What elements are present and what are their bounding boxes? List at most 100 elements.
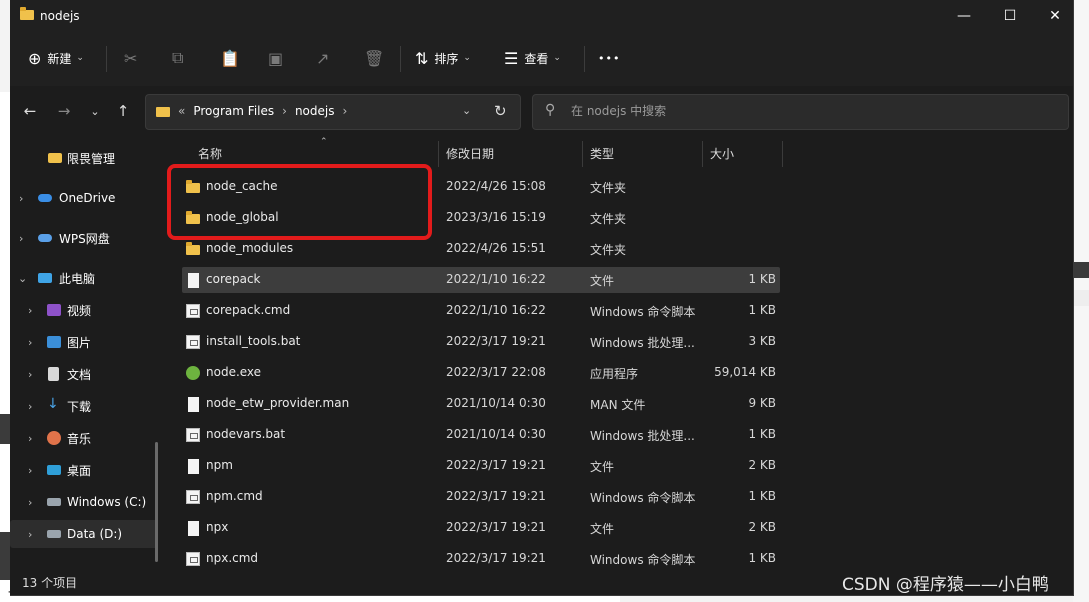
chevron-right-icon[interactable]: › (28, 528, 32, 541)
file-name: corepack (206, 272, 261, 286)
sidebar-item-music[interactable]: › 音乐 (10, 424, 158, 452)
plus-circle-icon: ⊕ (28, 48, 42, 68)
arrow-left-icon: ← (23, 102, 37, 120)
sidebar-item-documents[interactable]: › 文档 (10, 360, 158, 388)
sidebar-scrollbar[interactable] (155, 442, 158, 562)
file-modified: 2022/3/17 19:21 (446, 489, 546, 503)
file-type: Windows 命令脚本 (590, 305, 696, 319)
file-size: 1 KB (748, 489, 776, 503)
sidebar-item-downloads[interactable]: › ↓ 下载 (10, 392, 158, 420)
script-icon (186, 428, 200, 442)
sidebar-item-data-d[interactable]: › Data (D:) (10, 520, 158, 548)
file-row[interactable]: install_tools.bat 2022/3/17 19:21 Window… (182, 329, 780, 355)
file-modified: 2022/1/10 16:22 (446, 303, 546, 317)
recent-locations-button[interactable]: ⌄ (83, 100, 107, 122)
file-row[interactable]: corepack.cmd 2022/1/10 16:22 Windows 命令脚… (182, 298, 780, 324)
chevron-right-icon[interactable]: › (19, 192, 23, 205)
file-modified: 2022/3/17 19:21 (446, 551, 546, 565)
refresh-icon[interactable]: ↻ (494, 102, 507, 120)
file-size: 3 KB (748, 334, 776, 348)
file-row[interactable]: npx 2022/3/17 19:21 文件 2 KB (182, 515, 780, 541)
column-header-modified[interactable]: 修改日期 (446, 137, 494, 169)
drive-icon (47, 530, 61, 538)
address-dropdown-icon[interactable]: ⌄ (462, 104, 471, 117)
address-bar[interactable]: « Program Files › nodejs › ⌄ ↻ (145, 94, 521, 130)
file-row[interactable]: npm 2022/3/17 19:21 文件 2 KB (182, 453, 780, 479)
folder-icon (20, 7, 34, 20)
file-size: 2 KB (748, 458, 776, 472)
chevron-right-icon[interactable]: › (28, 400, 32, 413)
file-row[interactable]: npx.cmd 2022/3/17 19:21 Windows 命令脚本 1 K… (182, 546, 780, 571)
file-row[interactable]: npm.cmd 2022/3/17 19:21 Windows 命令脚本 1 K… (182, 484, 780, 510)
column-divider[interactable] (782, 141, 783, 167)
column-divider[interactable] (702, 141, 703, 167)
video-icon (47, 304, 61, 316)
file-size: 1 KB (748, 551, 776, 565)
copy-button[interactable]: ⧉ (172, 44, 189, 72)
file-size: 1 KB (748, 303, 776, 317)
chevron-down-icon[interactable]: ⌄ (18, 272, 27, 285)
music-icon (47, 431, 61, 445)
close-button[interactable]: ✕ (1032, 0, 1073, 32)
view-button[interactable]: ☰ 查看 ⌄ (504, 44, 561, 72)
share-button[interactable]: ↗ (316, 44, 335, 72)
up-button[interactable]: ↑ (111, 100, 135, 122)
background-right-strip (1073, 0, 1089, 602)
file-modified: 2021/10/14 0:30 (446, 396, 546, 410)
file-name: node.exe (206, 365, 262, 379)
watermark: CSDN @程序猿——小白鸭 (842, 575, 1049, 595)
more-icon: ••• (598, 51, 621, 65)
rename-button[interactable]: ▣ (268, 44, 289, 72)
sidebar-item-quota-management[interactable]: 限畏管理 (10, 144, 158, 172)
file-type: Windows 命令脚本 (590, 491, 696, 505)
sidebar-item-windows-c[interactable]: › Windows (C:) (10, 488, 158, 516)
file-name: npm (206, 458, 233, 472)
maximize-button[interactable]: ☐ (987, 0, 1033, 32)
file-icon (188, 521, 199, 536)
new-button[interactable]: ⊕ 新建 ⌄ (28, 44, 84, 72)
file-modified: 2022/4/26 15:08 (446, 179, 546, 193)
file-size: 9 KB (748, 396, 776, 410)
sidebar-item-this-pc[interactable]: ⌄ 此电脑 (10, 264, 158, 292)
title-bar[interactable]: nodejs — ☐ ✕ (10, 0, 1073, 32)
file-row[interactable]: node_etw_provider.man 2021/10/14 0:30 MA… (182, 391, 780, 417)
search-box[interactable]: ⚲ (532, 94, 1069, 130)
back-button[interactable]: ← (18, 100, 42, 122)
chevron-right-icon[interactable]: › (19, 232, 23, 245)
delete-button[interactable]: 🗑 (364, 44, 390, 72)
file-row[interactable]: nodevars.bat 2021/10/14 0:30 Windows 批处理… (182, 422, 780, 448)
sidebar-item-wps-drive[interactable]: › WPS网盘 (10, 224, 158, 252)
chevron-right-icon[interactable]: › (28, 432, 32, 445)
chevron-right-icon[interactable]: › (28, 368, 32, 381)
sidebar-item-desktop[interactable]: › 桌面 (10, 456, 158, 484)
column-divider[interactable] (582, 141, 583, 167)
paste-button[interactable]: 📋 (220, 44, 246, 72)
sidebar-item-onedrive[interactable]: › OneDrive (10, 184, 158, 212)
more-options-button[interactable]: ••• (598, 44, 620, 72)
breadcrumb-item-program-files[interactable]: Program Files (193, 104, 274, 118)
column-header-type[interactable]: 类型 (590, 137, 614, 169)
cut-button[interactable]: ✂ (124, 44, 143, 72)
column-divider[interactable] (438, 141, 439, 167)
breadcrumb-overflow[interactable]: « (178, 104, 185, 118)
breadcrumb-item-nodejs[interactable]: nodejs (295, 104, 335, 118)
script-icon (186, 335, 200, 349)
chevron-right-icon[interactable]: › (28, 304, 32, 317)
sidebar-item-videos[interactable]: › 视频 (10, 296, 158, 324)
minimize-button[interactable]: — (941, 0, 987, 32)
folder-icon (48, 153, 62, 163)
sort-ascending-icon: ⌃ (320, 137, 328, 147)
chevron-right-icon[interactable]: › (28, 464, 32, 477)
drive-icon (47, 498, 61, 506)
file-row-selected[interactable]: corepack 2022/1/10 16:22 文件 1 KB (182, 267, 780, 293)
chevron-right-icon[interactable]: › (342, 104, 347, 118)
file-row[interactable]: node.exe 2022/3/17 22:08 应用程序 59,014 KB (182, 360, 780, 386)
sort-button[interactable]: ⇅ 排序 ⌄ (415, 44, 471, 72)
forward-button[interactable]: → (52, 100, 76, 122)
sidebar-item-pictures[interactable]: › 图片 (10, 328, 158, 356)
chevron-right-icon[interactable]: › (28, 336, 32, 349)
file-size: 59,014 KB (714, 365, 776, 379)
column-header-size[interactable]: 大小 (710, 137, 734, 169)
search-input[interactable] (569, 103, 1053, 119)
chevron-right-icon[interactable]: › (28, 496, 32, 509)
